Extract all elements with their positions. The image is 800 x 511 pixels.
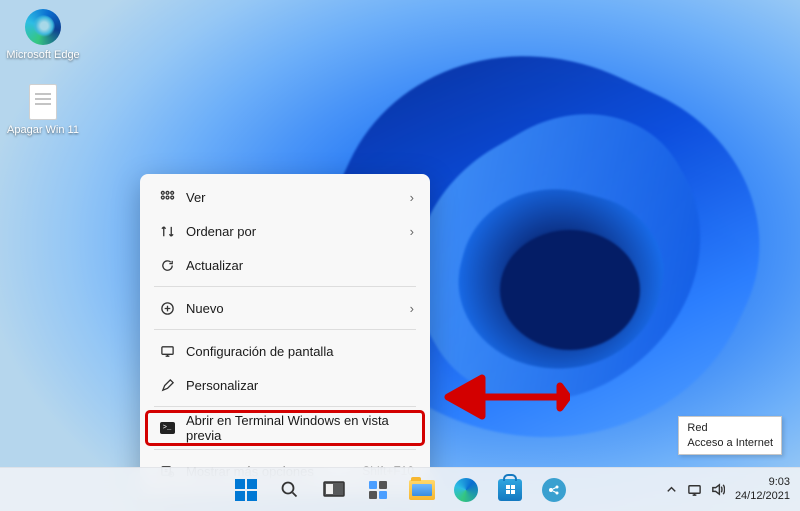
plus-circle-icon	[156, 301, 178, 316]
search-icon	[280, 480, 300, 500]
menu-label: Actualizar	[178, 258, 414, 273]
desktop-icon-label: Microsoft Edge	[6, 49, 79, 61]
menu-divider	[154, 449, 416, 450]
desktop-icon-edge[interactable]: Microsoft Edge	[6, 4, 80, 65]
menu-item-open-terminal[interactable]: Abrir en Terminal Windows en vista previ…	[146, 411, 424, 445]
menu-label: Personalizar	[178, 378, 414, 393]
menu-item-new[interactable]: Nuevo ›	[146, 291, 424, 325]
menu-divider	[154, 329, 416, 330]
desktop-icon-label: Apagar Win 11	[7, 124, 79, 136]
menu-label: Configuración de pantalla	[178, 344, 414, 359]
widgets-icon	[367, 479, 389, 501]
menu-item-sort[interactable]: Ordenar por ›	[146, 214, 424, 248]
menu-label: Ordenar por	[178, 224, 410, 239]
taskbar-clock[interactable]: 9:03 24/12/2021	[735, 476, 794, 502]
menu-item-view[interactable]: Ver ›	[146, 180, 424, 214]
chevron-right-icon: ›	[410, 301, 414, 316]
edge-icon	[454, 478, 478, 502]
menu-divider	[154, 286, 416, 287]
clock-time: 9:03	[735, 476, 790, 489]
store-button[interactable]	[490, 470, 530, 510]
task-view-icon	[323, 481, 345, 499]
network-tooltip: Red Acceso a Internet	[678, 416, 782, 455]
chevron-right-icon: ›	[410, 190, 414, 205]
menu-item-display-settings[interactable]: Configuración de pantalla	[146, 334, 424, 368]
chevron-up-icon	[664, 482, 679, 497]
desktop-context-menu: Ver › Ordenar por › Actualizar Nuevo › C…	[140, 174, 430, 494]
menu-divider	[154, 406, 416, 407]
brush-icon	[156, 378, 178, 393]
app-icon	[542, 478, 566, 502]
file-explorer-button[interactable]	[402, 470, 442, 510]
taskbar: 9:03 24/12/2021	[0, 467, 800, 511]
menu-item-personalize[interactable]: Personalizar	[146, 368, 424, 402]
desktop-icons-area: Microsoft Edge Apagar Win 11	[6, 4, 80, 140]
chevron-right-icon: ›	[410, 224, 414, 239]
menu-label: Nuevo	[178, 301, 410, 316]
start-button[interactable]	[226, 470, 266, 510]
menu-label: Abrir en Terminal Windows en vista previ…	[178, 413, 414, 443]
edge-icon	[24, 8, 62, 46]
windows-logo-icon	[235, 479, 257, 501]
app-button[interactable]	[534, 470, 574, 510]
folder-icon	[409, 480, 435, 500]
search-button[interactable]	[270, 470, 310, 510]
grid-icon	[156, 190, 178, 205]
tooltip-text: Acceso a Internet	[687, 436, 773, 450]
terminal-icon	[156, 422, 178, 434]
network-icon	[687, 482, 702, 497]
store-icon	[498, 479, 522, 501]
sort-icon	[156, 224, 178, 239]
taskbar-center	[226, 470, 574, 510]
menu-label: Ver	[178, 190, 410, 205]
refresh-icon	[156, 258, 178, 273]
annotation-arrow	[440, 372, 570, 432]
task-view-button[interactable]	[314, 470, 354, 510]
clock-date: 24/12/2021	[735, 490, 790, 503]
volume-icon	[710, 482, 725, 497]
edge-button[interactable]	[446, 470, 486, 510]
display-icon	[156, 344, 178, 359]
tooltip-title: Red	[687, 421, 773, 435]
text-file-icon	[24, 83, 62, 121]
taskbar-right: 9:03 24/12/2021	[664, 476, 794, 502]
menu-item-refresh[interactable]: Actualizar	[146, 248, 424, 282]
desktop-icon-file[interactable]: Apagar Win 11	[6, 79, 80, 140]
widgets-button[interactable]	[358, 470, 398, 510]
system-tray[interactable]	[664, 482, 725, 497]
